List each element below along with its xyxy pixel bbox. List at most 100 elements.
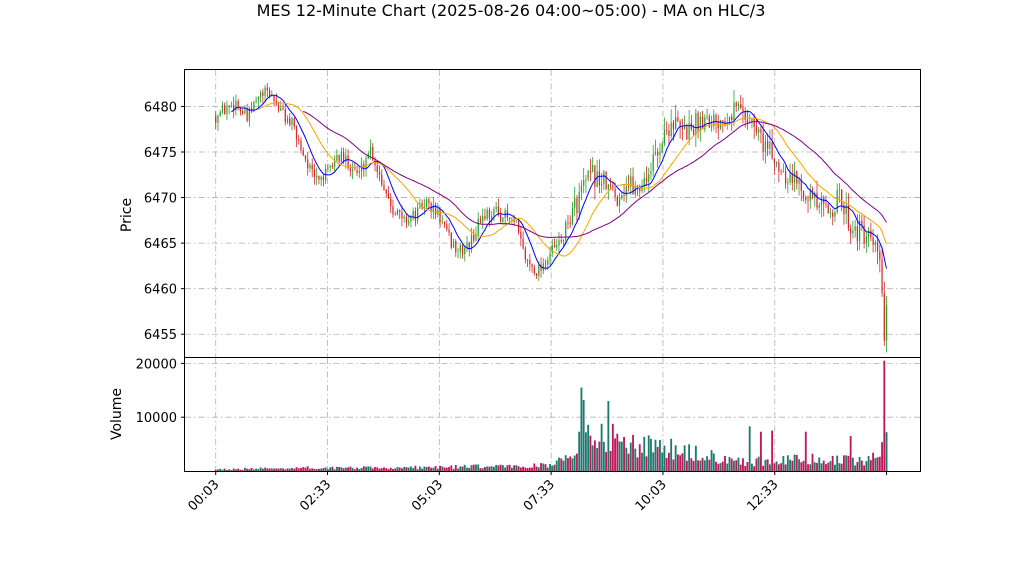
volume-bar bbox=[834, 464, 836, 471]
volume-bar bbox=[495, 464, 498, 471]
volume-bar bbox=[300, 468, 302, 471]
volume-bar bbox=[513, 465, 516, 471]
volume-y-axis: 10000 20000 bbox=[136, 357, 185, 426]
volume-bar bbox=[477, 464, 480, 471]
volume-bar bbox=[562, 460, 565, 471]
volume-bar bbox=[874, 458, 877, 471]
volume-bar bbox=[342, 468, 345, 471]
volume-bar bbox=[786, 455, 789, 471]
volume-bar bbox=[252, 469, 255, 471]
volume-bar bbox=[479, 468, 482, 471]
volume-bar bbox=[376, 467, 379, 471]
candle bbox=[450, 232, 452, 250]
volume-bar bbox=[264, 467, 267, 471]
volume-bar bbox=[654, 439, 657, 471]
volume-bar bbox=[481, 468, 484, 471]
volume-bar bbox=[286, 468, 289, 471]
volume-bar bbox=[717, 463, 720, 471]
price-tick-label: 6465 bbox=[144, 237, 177, 252]
volume-bar bbox=[782, 456, 785, 471]
volume-bar bbox=[365, 466, 367, 471]
volume-bar bbox=[243, 467, 246, 471]
volume-bar bbox=[813, 462, 816, 471]
volume-bar bbox=[284, 469, 287, 471]
volume-bar bbox=[398, 467, 401, 471]
volume-bar bbox=[313, 468, 316, 471]
volume-bar bbox=[443, 467, 446, 471]
volume-bar bbox=[383, 467, 385, 471]
volume-bar bbox=[504, 467, 507, 471]
volume-bar bbox=[596, 448, 599, 471]
volume-bar bbox=[414, 465, 417, 471]
volume-bar bbox=[515, 465, 518, 471]
volume-bar bbox=[777, 464, 780, 471]
volume-bar bbox=[340, 467, 343, 471]
volume-bar bbox=[537, 467, 540, 471]
volume-bar bbox=[326, 469, 329, 471]
volume-bar bbox=[217, 469, 219, 471]
volume-bar bbox=[609, 450, 612, 471]
volume-bar bbox=[607, 401, 610, 471]
volume-bar bbox=[665, 457, 668, 471]
price-axis-label: Price bbox=[119, 198, 135, 232]
volume-bar bbox=[488, 466, 491, 471]
price-y-axis: 6455 6460 6465 6470 6475 6480 bbox=[144, 100, 185, 343]
volume-bar bbox=[885, 432, 888, 471]
volume-bar bbox=[688, 444, 691, 471]
volume-bar bbox=[221, 469, 224, 471]
volume-bar bbox=[228, 469, 231, 471]
volume-bar bbox=[270, 468, 273, 471]
volume-bar bbox=[762, 465, 765, 471]
volume-bar bbox=[755, 458, 758, 471]
volume-bar bbox=[506, 465, 509, 471]
volume-bar bbox=[432, 467, 435, 471]
volume-bar bbox=[409, 466, 412, 471]
volume-axis-label: Volume bbox=[109, 388, 125, 440]
volume-bar bbox=[804, 431, 807, 471]
volume-bar bbox=[694, 445, 697, 471]
volume-bar bbox=[297, 468, 300, 471]
volume-bar bbox=[389, 467, 392, 471]
volume-bar bbox=[829, 461, 832, 471]
volume-bar bbox=[295, 467, 298, 471]
volume-bar bbox=[569, 456, 572, 471]
time-tick-label: 12:33 bbox=[744, 477, 781, 514]
volume-bar bbox=[831, 455, 834, 471]
volume-bar bbox=[551, 465, 554, 471]
volume-bar bbox=[347, 467, 350, 471]
ohlc-chart: MES 12-Minute Chart (2025-08-26 04:00~05… bbox=[109, 1, 921, 514]
volume-bar bbox=[847, 455, 850, 471]
volume-bar bbox=[748, 426, 751, 471]
volume-bar bbox=[679, 455, 682, 471]
volume-bar bbox=[528, 467, 531, 471]
volume-bar bbox=[780, 463, 783, 471]
volume-bar bbox=[667, 452, 670, 471]
volume-bar bbox=[708, 459, 711, 471]
volume-bar bbox=[591, 445, 594, 471]
volume-bar bbox=[690, 458, 693, 471]
volume-bar bbox=[845, 455, 848, 471]
volume-bar bbox=[735, 460, 738, 471]
volume-bar bbox=[407, 467, 410, 471]
volume-bar bbox=[587, 424, 590, 471]
volume-bar bbox=[315, 468, 318, 471]
volume-bar bbox=[452, 468, 455, 471]
volume-bar bbox=[499, 464, 502, 471]
volume-bar bbox=[699, 460, 702, 471]
volume-bar bbox=[867, 455, 870, 471]
volume-bar bbox=[647, 435, 650, 471]
volume-bar bbox=[448, 466, 450, 471]
volume-bar bbox=[360, 467, 363, 471]
volume-bar bbox=[322, 468, 325, 471]
volume-bar bbox=[362, 466, 365, 471]
time-tick-label: 07:33 bbox=[521, 477, 558, 514]
volume-bar bbox=[876, 457, 879, 471]
volume-bar bbox=[457, 468, 459, 471]
volume-bar bbox=[241, 469, 244, 471]
volume-bar bbox=[593, 440, 596, 471]
volume-bar bbox=[250, 468, 253, 471]
volume-bar bbox=[751, 463, 753, 471]
volume-bar bbox=[589, 435, 592, 471]
volume-bar bbox=[344, 467, 347, 471]
volume-bar bbox=[508, 464, 511, 471]
